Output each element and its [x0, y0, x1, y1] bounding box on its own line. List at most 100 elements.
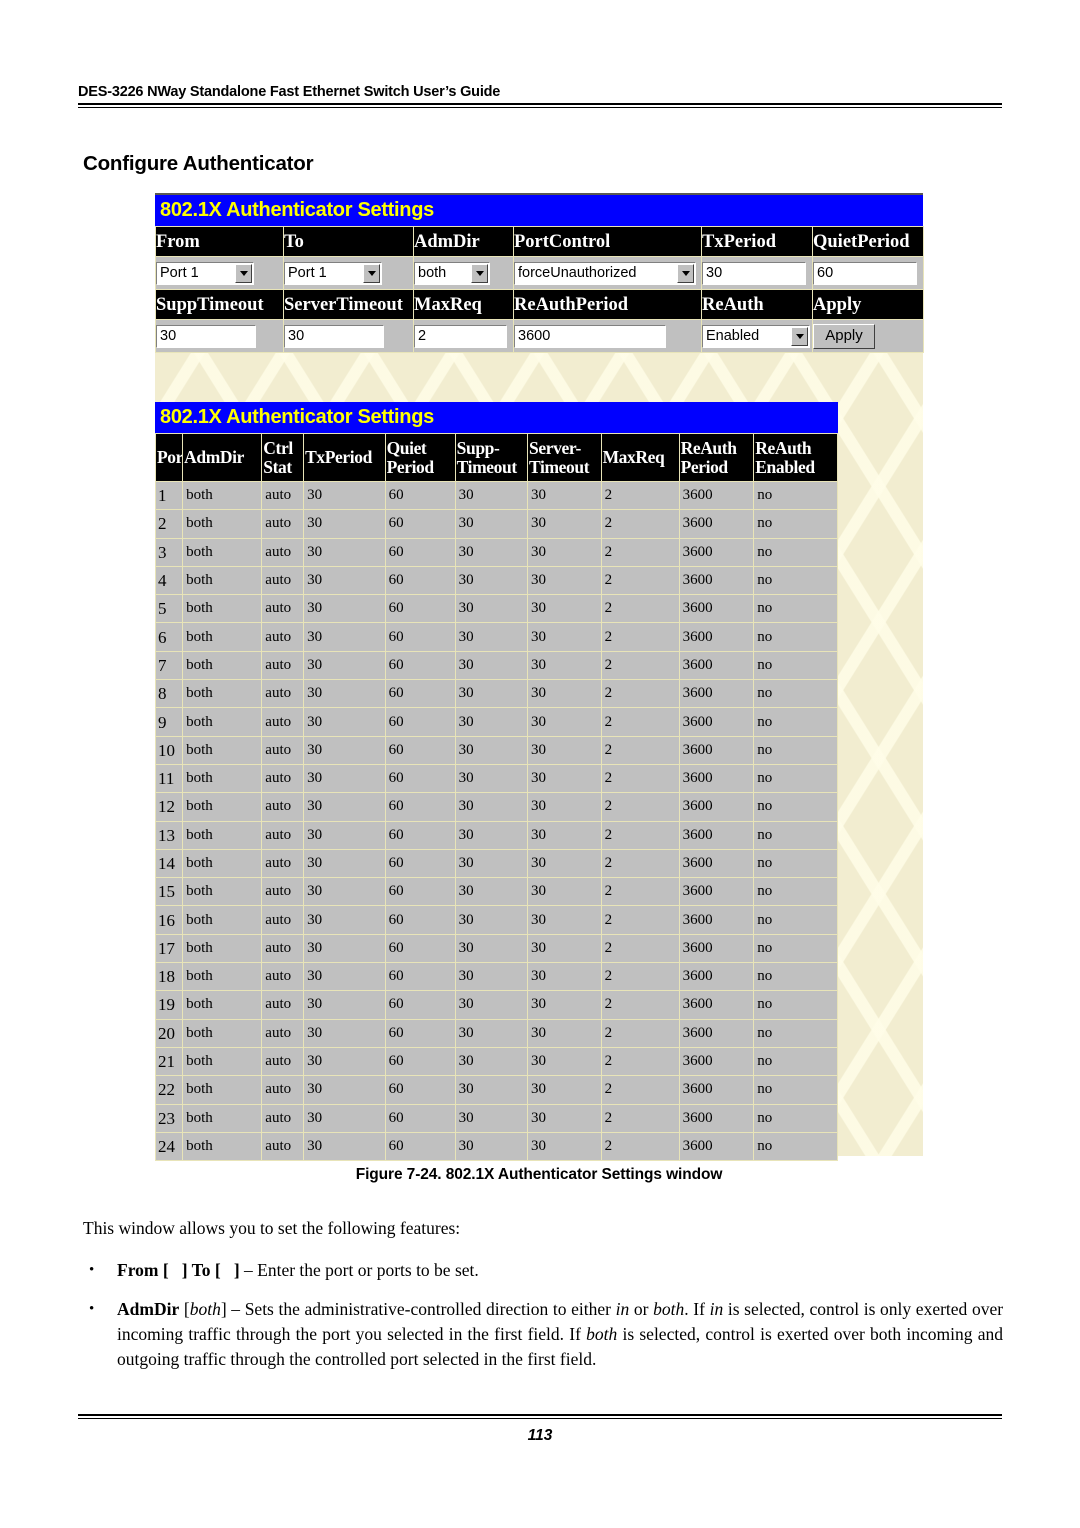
portcontrol-select[interactable]: forceUnauthorized: [514, 261, 696, 285]
table-cell: no: [753, 622, 838, 652]
table-cell: 60: [384, 1103, 456, 1133]
admdir-select-value: both: [418, 264, 447, 281]
table-cell: 30: [527, 509, 602, 539]
bullet-item-from-to: • From [ ] To [ ] – Enter the port or po…: [83, 1258, 1003, 1283]
table-cell: 30: [303, 565, 386, 596]
portcontrol-select-value: forceUnauthorized: [518, 264, 637, 281]
table-cell: auto: [261, 622, 305, 652]
table-row: 5 both auto 30 60 30 30 2 3600 no: [154, 594, 838, 624]
table-cell: auto: [261, 509, 305, 539]
table-cell: 30: [527, 1018, 602, 1048]
table-cell: 3600: [678, 594, 755, 624]
table-cell: 30: [454, 1131, 529, 1162]
table-cell: both: [182, 1131, 263, 1162]
table-cell: 30: [454, 820, 529, 850]
txperiod-input[interactable]: 30: [702, 261, 806, 285]
status-table-body: 1 both auto 30 60 30 30 2 3600 no 2 both auto 30 60 30 3…: [154, 480, 838, 1162]
table-cell: no: [753, 962, 838, 992]
table-row: 17 both auto 30 60 30 30 2 3600 no: [154, 933, 838, 964]
table-cell: 30: [454, 792, 529, 822]
table-cell: 3600: [678, 990, 755, 1020]
page-footer: 113: [78, 1414, 1002, 1445]
table-cell: 5: [154, 594, 184, 624]
table-cell: 30: [454, 679, 529, 709]
table-cell: auto: [261, 848, 305, 879]
table-cell: auto: [261, 537, 305, 567]
table-cell: 3600: [678, 480, 755, 511]
to-port-select[interactable]: Port 1: [284, 261, 382, 285]
table-cell: no: [753, 650, 838, 681]
authenticator-status-table: Port AdmDir Ctrl Stat TxPeriod Quiet Per: [154, 433, 838, 1162]
table-cell: auto: [261, 1131, 305, 1162]
table-cell: 21: [154, 1046, 184, 1077]
table-cell: 12: [154, 792, 184, 822]
servertimeout-input[interactable]: 30: [284, 324, 384, 348]
form-header-row-1: From To AdmDir PortControl TxPeriod Quie…: [155, 226, 924, 257]
table-cell: 30: [527, 1075, 602, 1105]
form-header-row-2: SuppTimeout ServerTimeout MaxReq ReAuthP…: [155, 289, 924, 320]
table-cell: 30: [303, 1075, 386, 1105]
table-cell: auto: [261, 990, 305, 1020]
chevron-down-icon[interactable]: [363, 263, 380, 283]
table-cell: 30: [303, 905, 386, 935]
apply-button[interactable]: Apply: [813, 323, 875, 349]
chevron-down-icon[interactable]: [471, 263, 488, 283]
table-cell: 3600: [678, 1018, 755, 1048]
table-cell: 30: [303, 792, 386, 822]
table-cell: 30: [303, 1131, 386, 1162]
form-cell-supptimeout: 30: [155, 319, 284, 353]
table-cell: 60: [384, 537, 456, 567]
table-cell: 2: [600, 877, 680, 907]
body-intro-paragraph: This window allows you to set the follow…: [83, 1218, 461, 1238]
admdir-select[interactable]: both: [414, 261, 490, 285]
table-cell: 3: [154, 537, 184, 567]
supptimeout-input[interactable]: 30: [156, 324, 256, 348]
table-cell: 30: [527, 820, 602, 850]
table-cell: both: [182, 962, 263, 992]
bullet-marker: •: [89, 1262, 95, 1278]
table-cell: no: [753, 1046, 838, 1077]
table-row: 15 both auto 30 60 30 30 2 3600 no: [154, 877, 838, 907]
chevron-down-icon[interactable]: [235, 263, 252, 283]
chevron-down-icon[interactable]: [791, 326, 808, 346]
table-cell: both: [182, 1103, 263, 1133]
table-cell: 30: [527, 622, 602, 652]
table-cell: no: [753, 848, 838, 879]
col-header-reauthenabled: ReAuth Enabled: [753, 433, 838, 482]
table-cell: both: [182, 1046, 263, 1077]
table-cell: 2: [600, 594, 680, 624]
table-cell: auto: [261, 792, 305, 822]
table-cell: 18: [154, 962, 184, 992]
table-row: 4 both auto 30 60 30 30 2 3600 no: [154, 565, 838, 596]
table-cell: 30: [303, 848, 386, 879]
table-cell: 30: [527, 480, 602, 511]
table-cell: 30: [527, 565, 602, 596]
table-cell: 60: [384, 1075, 456, 1105]
table-cell: 30: [303, 820, 386, 850]
document-header-title: DES-3226 NWay Standalone Fast Ethernet S…: [78, 84, 501, 100]
table-cell: 30: [303, 594, 386, 624]
from-port-select[interactable]: Port 1: [156, 261, 254, 285]
table-cell: 60: [384, 735, 456, 765]
form-label-to: To: [283, 226, 414, 257]
table-cell: 30: [527, 1131, 602, 1162]
table-cell: 7: [154, 650, 184, 681]
table-cell: 1: [154, 480, 184, 511]
table-cell: no: [753, 763, 838, 794]
table-cell: both: [182, 537, 263, 567]
maxreq-input[interactable]: 2: [414, 324, 507, 348]
reauthperiod-input[interactable]: 3600: [514, 324, 666, 348]
table-cell: 24: [154, 1131, 184, 1162]
quietperiod-input[interactable]: 60: [813, 261, 917, 285]
reauth-select[interactable]: Enabled: [702, 324, 810, 348]
table-cell: 9: [154, 707, 184, 737]
table-cell: 3600: [678, 820, 755, 850]
table-cell: no: [753, 537, 838, 567]
table-row: 19 both auto 30 60 30 30 2 3600 no: [154, 990, 838, 1020]
table-cell: 60: [384, 707, 456, 737]
table-cell: auto: [261, 650, 305, 681]
chevron-down-icon[interactable]: [677, 263, 694, 283]
settings-form-table: From To AdmDir PortControl TxPeriod Quie…: [155, 226, 924, 353]
table-row: 3 both auto 30 60 30 30 2 3600 no: [154, 537, 838, 567]
col-header-txperiod: TxPeriod: [303, 433, 386, 482]
